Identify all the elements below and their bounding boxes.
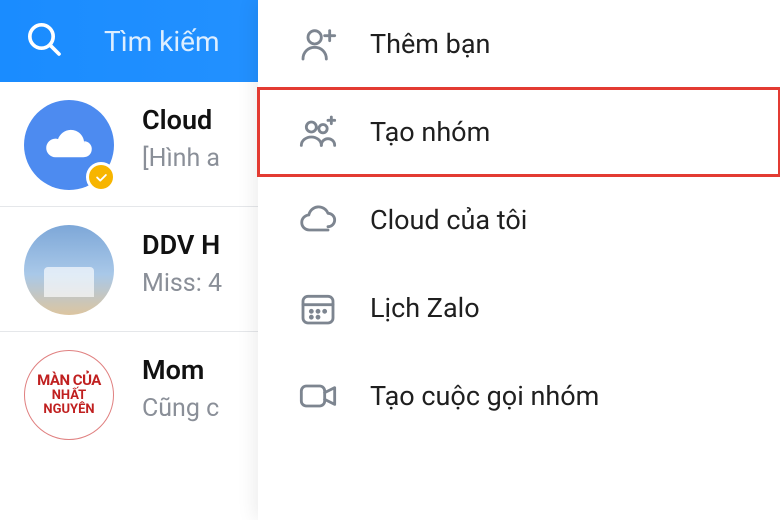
avatar-text-line2: NHẤT NGUYÊN bbox=[25, 389, 113, 418]
menu-label: Thêm bạn bbox=[370, 28, 490, 60]
menu-label: Cloud của tôi bbox=[370, 204, 527, 236]
avatar bbox=[24, 100, 114, 190]
menu-item-my-cloud[interactable]: Cloud của tôi bbox=[258, 176, 780, 264]
search-input[interactable]: Tìm kiếm bbox=[104, 25, 220, 58]
video-call-icon bbox=[298, 376, 338, 416]
cloud-icon bbox=[298, 200, 338, 240]
menu-item-group-call[interactable]: Tạo cuộc gọi nhóm bbox=[258, 352, 780, 440]
chat-title: DDV H bbox=[142, 229, 222, 261]
menu-item-add-friend[interactable]: Thêm bạn bbox=[258, 0, 780, 88]
menu-label: Tạo nhóm bbox=[370, 116, 490, 148]
chat-subtitle: [Hình a bbox=[142, 144, 220, 173]
chat-text: Mom Cũng c bbox=[142, 350, 219, 423]
chat-title: Cloud bbox=[142, 104, 220, 136]
avatar-text-line1: MÀN CỦA bbox=[37, 372, 101, 389]
menu-item-calendar[interactable]: Lịch Zalo bbox=[258, 264, 780, 352]
calendar-icon bbox=[298, 288, 338, 328]
chat-subtitle: Miss: 4 bbox=[142, 269, 222, 298]
chat-subtitle: Cũng c bbox=[142, 394, 219, 423]
avatar: MÀN CỦA NHẤT NGUYÊN bbox=[24, 350, 114, 440]
menu-label: Lịch Zalo bbox=[370, 292, 480, 324]
create-group-icon bbox=[298, 112, 338, 152]
menu-item-create-group[interactable]: Tạo nhóm bbox=[258, 88, 780, 176]
avatar bbox=[24, 225, 114, 315]
verified-badge-icon bbox=[86, 162, 116, 192]
chat-text: Cloud [Hình a bbox=[142, 100, 220, 173]
plus-menu: Thêm bạn Tạo nhóm Cloud của tôi Lịch Zal… bbox=[258, 0, 780, 520]
search-icon[interactable] bbox=[24, 19, 64, 63]
add-friend-icon bbox=[298, 24, 338, 64]
menu-label: Tạo cuộc gọi nhóm bbox=[370, 380, 599, 412]
chat-title: Mom bbox=[142, 354, 219, 386]
chat-text: DDV H Miss: 4 bbox=[142, 225, 222, 298]
